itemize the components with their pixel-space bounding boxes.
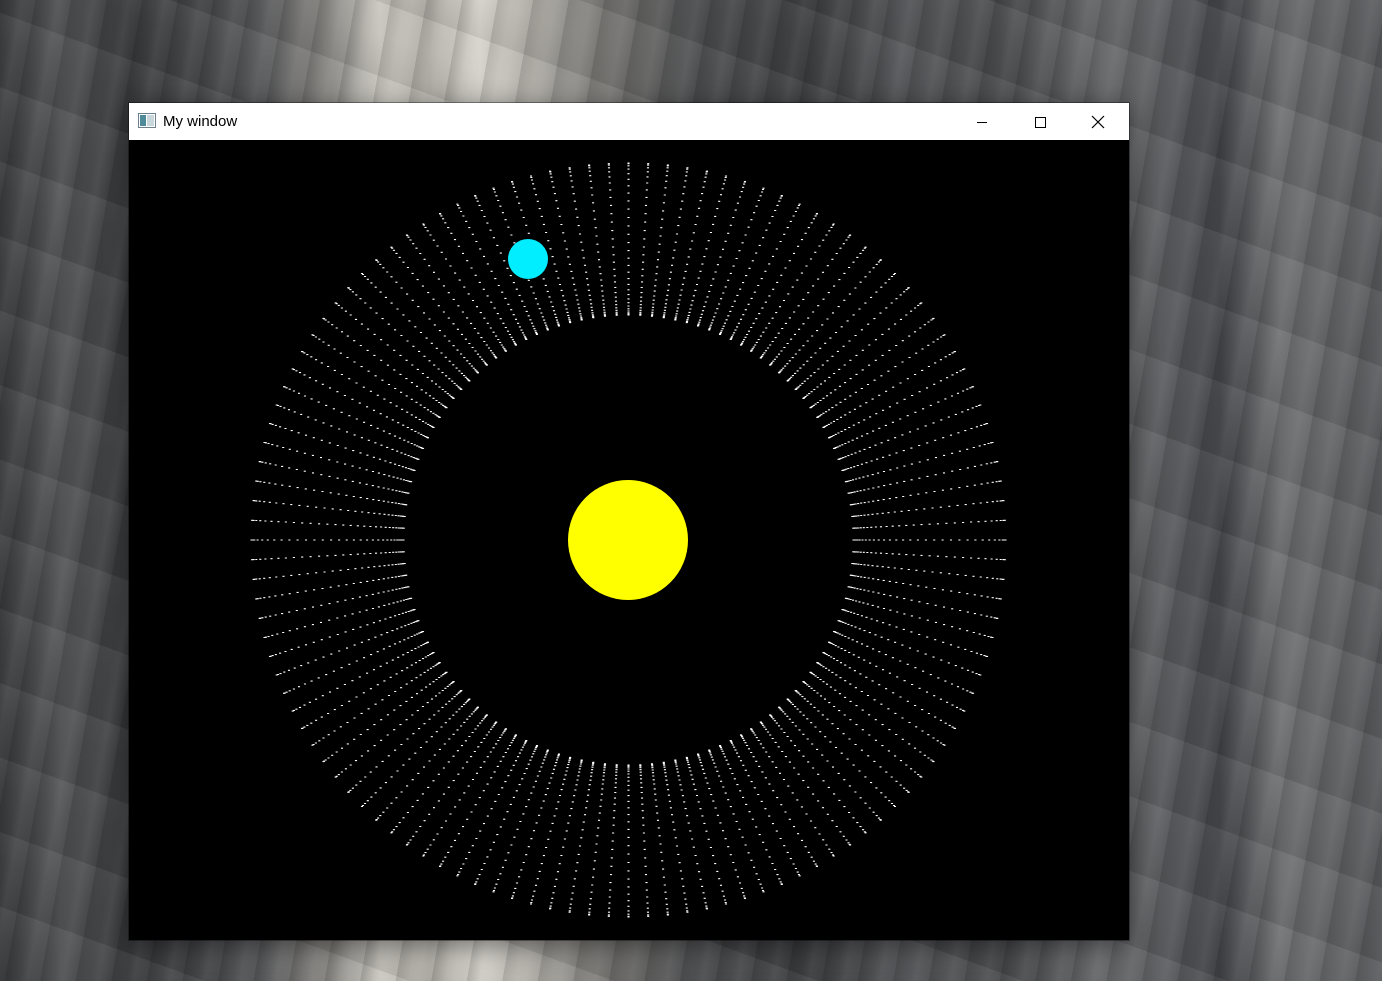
close-icon <box>1091 115 1105 128</box>
maximize-icon <box>1035 116 1046 128</box>
orbit-canvas <box>129 140 1129 940</box>
sun <box>568 480 688 600</box>
app-icon <box>138 113 156 128</box>
title-bar[interactable]: My window <box>129 103 1129 140</box>
window-title: My window <box>163 113 238 130</box>
app-window[interactable]: My window <box>129 103 1129 940</box>
minimize-button[interactable] <box>953 103 1011 140</box>
maximize-button[interactable] <box>1011 103 1069 140</box>
canvas-area[interactable] <box>129 140 1129 940</box>
planet <box>508 239 548 279</box>
close-button[interactable] <box>1069 103 1127 140</box>
minimize-icon <box>977 121 987 123</box>
